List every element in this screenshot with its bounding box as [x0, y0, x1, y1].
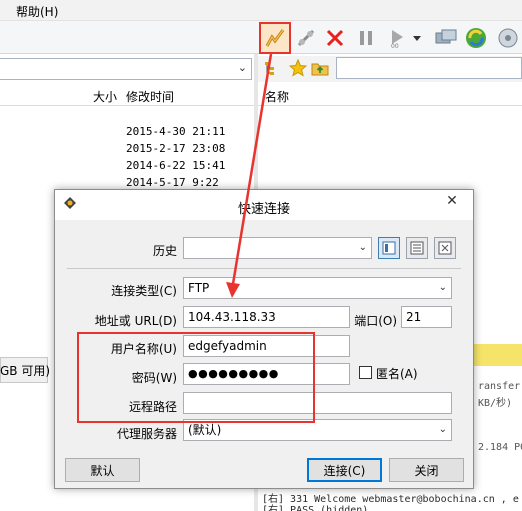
- connection-type-select[interactable]: FTP ⌄: [183, 277, 452, 299]
- close-icon[interactable]: ✕: [431, 190, 473, 212]
- local-path-combo[interactable]: ⌄: [0, 58, 252, 80]
- list-item-date: 2014-5-17 9:22: [126, 176, 219, 189]
- site-manager-icon[interactable]: [494, 24, 522, 52]
- remote-file-header: [258, 84, 522, 106]
- chevron-down-icon: ⌄: [237, 61, 247, 74]
- connect-icon[interactable]: [292, 24, 320, 52]
- log-line: KB/秒): [478, 398, 513, 409]
- transfer-queue-icon[interactable]: [432, 24, 460, 52]
- address-label: 地址或 URL(D): [94, 314, 177, 328]
- chevron-down-icon: ⌄: [438, 282, 447, 293]
- dialog-title: 快速连接: [237, 202, 290, 217]
- log-line: ransfer: [478, 381, 521, 392]
- play-icon[interactable]: 00: [383, 24, 411, 52]
- anonymous-checkbox[interactable]: [359, 366, 372, 379]
- close-button[interactable]: 关闭: [389, 458, 464, 482]
- address-value: 104.43.118.33: [188, 310, 276, 324]
- history-label: 历史: [152, 244, 177, 258]
- list-item-date: 2015-4-30 21:11: [126, 125, 226, 138]
- menu-help[interactable]: 帮助(H): [16, 3, 58, 20]
- folder-up-icon[interactable]: [311, 59, 329, 80]
- connection-type-value: FTP: [188, 281, 210, 295]
- port-label: 端口(O): [354, 314, 397, 328]
- pause-icon[interactable]: [352, 24, 380, 52]
- default-button[interactable]: 默认: [65, 458, 140, 482]
- column-size[interactable]: 大小: [93, 88, 117, 105]
- remote-path-input[interactable]: [336, 57, 522, 79]
- menu-bar: 帮助(H): [0, 0, 522, 21]
- connection-type-label: 连接类型(C): [111, 284, 177, 298]
- divider: [67, 268, 461, 269]
- dropdown-icon[interactable]: [410, 24, 424, 52]
- proxy-value: (默认): [188, 423, 222, 437]
- quick-connect-icon[interactable]: [259, 22, 291, 54]
- log-line: [右] PASS (hidden): [262, 505, 369, 511]
- annotation-highlight-box: [77, 332, 315, 423]
- disconnect-icon[interactable]: [321, 24, 349, 52]
- list-item-date: 2015-2-17 23:08: [126, 142, 226, 155]
- toolbar: 00: [0, 21, 522, 54]
- free-space-label: GB 可用): [0, 364, 51, 378]
- port-value: 21: [406, 310, 422, 324]
- star-icon[interactable]: [288, 58, 308, 80]
- port-input[interactable]: 21: [401, 306, 452, 328]
- view-list-icon[interactable]: [406, 237, 428, 259]
- log-line: 2.184 PO: [478, 442, 522, 453]
- refresh-icon[interactable]: [462, 24, 490, 52]
- proxy-label: 代理服务器: [116, 427, 177, 441]
- quick-connect-dialog: 快速连接 ✕ 历史 ⌄ 连接类型(C) FTP ⌄ 地址或 URL(D) 104…: [54, 189, 474, 489]
- connect-button[interactable]: 连接(C): [307, 458, 382, 482]
- tree-view-icon[interactable]: [264, 60, 280, 79]
- address-input[interactable]: 104.43.118.33: [183, 306, 350, 328]
- history-combo[interactable]: ⌄: [183, 237, 372, 259]
- column-modified-time[interactable]: 修改时间: [126, 88, 174, 105]
- clear-history-icon[interactable]: [434, 237, 456, 259]
- anonymous-label[interactable]: 匿名(A): [376, 365, 418, 382]
- svg-text:00: 00: [391, 43, 399, 49]
- list-item-date: 2014-6-22 15:41: [126, 159, 226, 172]
- column-name[interactable]: 名称: [265, 88, 289, 105]
- dialog-titlebar[interactable]: 快速连接 ✕: [55, 190, 473, 220]
- view-simple-icon[interactable]: [378, 237, 400, 259]
- dialog-body: 历史 ⌄ 连接类型(C) FTP ⌄ 地址或 URL(D) 104.43.118…: [55, 220, 473, 488]
- chevron-down-icon: ⌄: [358, 242, 367, 253]
- chevron-down-icon: ⌄: [438, 424, 447, 435]
